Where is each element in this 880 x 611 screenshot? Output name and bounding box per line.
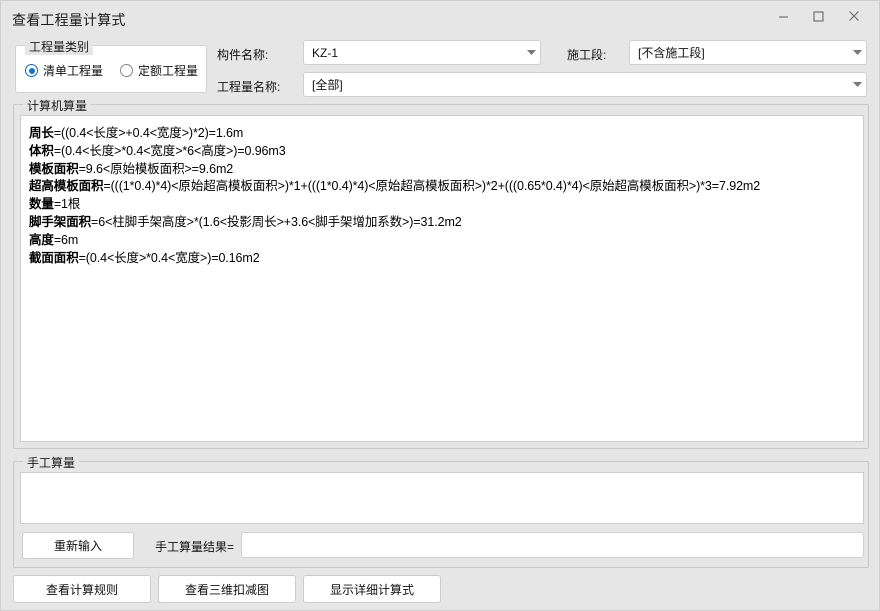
formula-line-name: 超高模板面积 bbox=[29, 179, 104, 194]
quantity-category-radio-row: 清单工程量 定额工程量 bbox=[16, 62, 206, 79]
quantity-category-group: 工程量类别 清单工程量 定额工程量 bbox=[15, 38, 207, 93]
formula-line-name: 模板面积 bbox=[29, 161, 79, 176]
view-3d-deduction-button[interactable]: 查看三维扣减图 bbox=[158, 575, 296, 603]
formula-line-expression: =(((1*0.4)*4)<原始超高模板面积>)*1+(((1*0.4)*4)<… bbox=[103, 179, 761, 194]
radio-selected-icon bbox=[25, 64, 38, 77]
formula-line-name: 数量 bbox=[29, 197, 54, 212]
radio-option-dinge[interactable]: 定额工程量 bbox=[120, 62, 198, 79]
construction-section-label: 施工段: bbox=[567, 48, 607, 62]
formula-line: 脚手架面积=6<柱脚手架高度>*(1.6<投影周长>+3.6<脚手架增加系数>)… bbox=[29, 214, 863, 232]
formula-line-expression: =((0.4<长度>+0.4<宽度>)*2)=1.6m bbox=[53, 126, 244, 140]
quantity-category-group-title: 工程量类别 bbox=[25, 38, 94, 55]
quantity-name-combo[interactable]: [全部] bbox=[303, 72, 867, 97]
construction-section-combo[interactable]: [不含施工段] bbox=[629, 40, 867, 65]
minimize-button[interactable] bbox=[767, 1, 800, 31]
formula-line: 模板面积=9.6<原始模板面积>=9.6m2 bbox=[29, 161, 863, 179]
manual-result-input[interactable] bbox=[241, 532, 864, 558]
formula-line: 周长=((0.4<长度>+0.4<宽度>)*2)=1.6m bbox=[29, 125, 863, 143]
formula-line-expression: =6<柱脚手架高度>*(1.6<投影周长>+3.6<脚手架增加系数>)=31.2… bbox=[91, 214, 462, 229]
formula-line-name: 体积 bbox=[29, 143, 54, 158]
quantity-name-label: 工程量名称: bbox=[217, 80, 281, 94]
formula-list: 周长=((0.4<长度>+0.4<宽度>)*2)=1.6m 体积=(0.4<长度>… bbox=[21, 116, 863, 267]
formula-line-expression: =6m bbox=[53, 232, 79, 247]
show-detailed-formula-button[interactable]: 显示详细计算式 bbox=[303, 575, 441, 603]
window-title: 查看工程量计算式 bbox=[12, 12, 126, 28]
computer-calculation-group: 计算机算量 周长=((0.4<长度>+0.4<宽度>)*2)=1.6m 体积=(0… bbox=[13, 97, 869, 449]
minimize-icon bbox=[779, 16, 788, 17]
close-icon bbox=[848, 11, 859, 21]
formula-line-expression: =1根 bbox=[53, 197, 81, 212]
manual-calculation-group-title: 手工算量 bbox=[23, 454, 80, 471]
formula-line-name: 脚手架面积 bbox=[29, 214, 92, 229]
chevron-down-icon bbox=[522, 49, 540, 56]
chevron-down-icon bbox=[848, 81, 866, 88]
component-name-value: KZ-1 bbox=[312, 45, 339, 60]
maximize-button[interactable] bbox=[802, 1, 835, 31]
computer-calculation-group-title: 计算机算量 bbox=[23, 97, 92, 114]
formula-line-expression: =(0.4<长度>*0.4<宽度>)=0.16m2 bbox=[78, 250, 260, 265]
formula-line-expression: =9.6<原始模板面积>=9.6m2 bbox=[78, 161, 234, 176]
formula-display-panel[interactable]: 周长=((0.4<长度>+0.4<宽度>)*2)=1.6m 体积=(0.4<长度>… bbox=[20, 115, 864, 442]
formula-line-name: 高度 bbox=[29, 232, 54, 247]
title-bar: 查看工程量计算式 bbox=[1, 1, 879, 37]
view-calculation-rules-button[interactable]: 查看计算规则 bbox=[13, 575, 151, 603]
construction-section-value: [不含施工段] bbox=[638, 46, 705, 60]
formula-line: 截面面积=(0.4<长度>*0.4<宽度>)=0.16m2 bbox=[29, 250, 863, 268]
radio-option-qingdan-label: 清单工程量 bbox=[43, 64, 104, 78]
radio-option-qingdan[interactable]: 清单工程量 bbox=[25, 62, 103, 79]
formula-line-name: 周长 bbox=[29, 126, 54, 140]
formula-line: 高度=6m bbox=[29, 232, 863, 250]
dialog-window: 查看工程量计算式 工程量类别 清单工程量 定额工程量 构件名称: KZ-1 施工… bbox=[0, 0, 880, 611]
formula-line-expression: =(0.4<长度>*0.4<宽度>*6<高度>)=0.96m3 bbox=[53, 143, 286, 158]
chevron-down-icon bbox=[848, 49, 866, 56]
manual-calculation-group: 手工算量 重新输入 手工算量结果= bbox=[13, 454, 869, 568]
quantity-name-value: [全部] bbox=[312, 78, 343, 92]
reinput-button[interactable]: 重新输入 bbox=[22, 532, 134, 559]
manual-result-label: 手工算量结果= bbox=[155, 540, 235, 554]
formula-line: 超高模板面积=(((1*0.4)*4)<原始超高模板面积>)*1+(((1*0.… bbox=[29, 178, 863, 196]
formula-line: 体积=(0.4<长度>*0.4<宽度>*6<高度>)=0.96m3 bbox=[29, 143, 863, 161]
formula-line-name: 截面面积 bbox=[29, 250, 79, 265]
component-name-label: 构件名称: bbox=[217, 48, 269, 62]
close-button[interactable] bbox=[837, 1, 870, 31]
formula-line: 数量=1根 bbox=[29, 196, 863, 214]
maximize-icon bbox=[813, 11, 824, 21]
component-name-combo[interactable]: KZ-1 bbox=[303, 40, 541, 65]
radio-unselected-icon bbox=[120, 64, 134, 77]
manual-calculation-textarea[interactable] bbox=[20, 472, 864, 524]
radio-option-dinge-label: 定额工程量 bbox=[138, 64, 199, 78]
